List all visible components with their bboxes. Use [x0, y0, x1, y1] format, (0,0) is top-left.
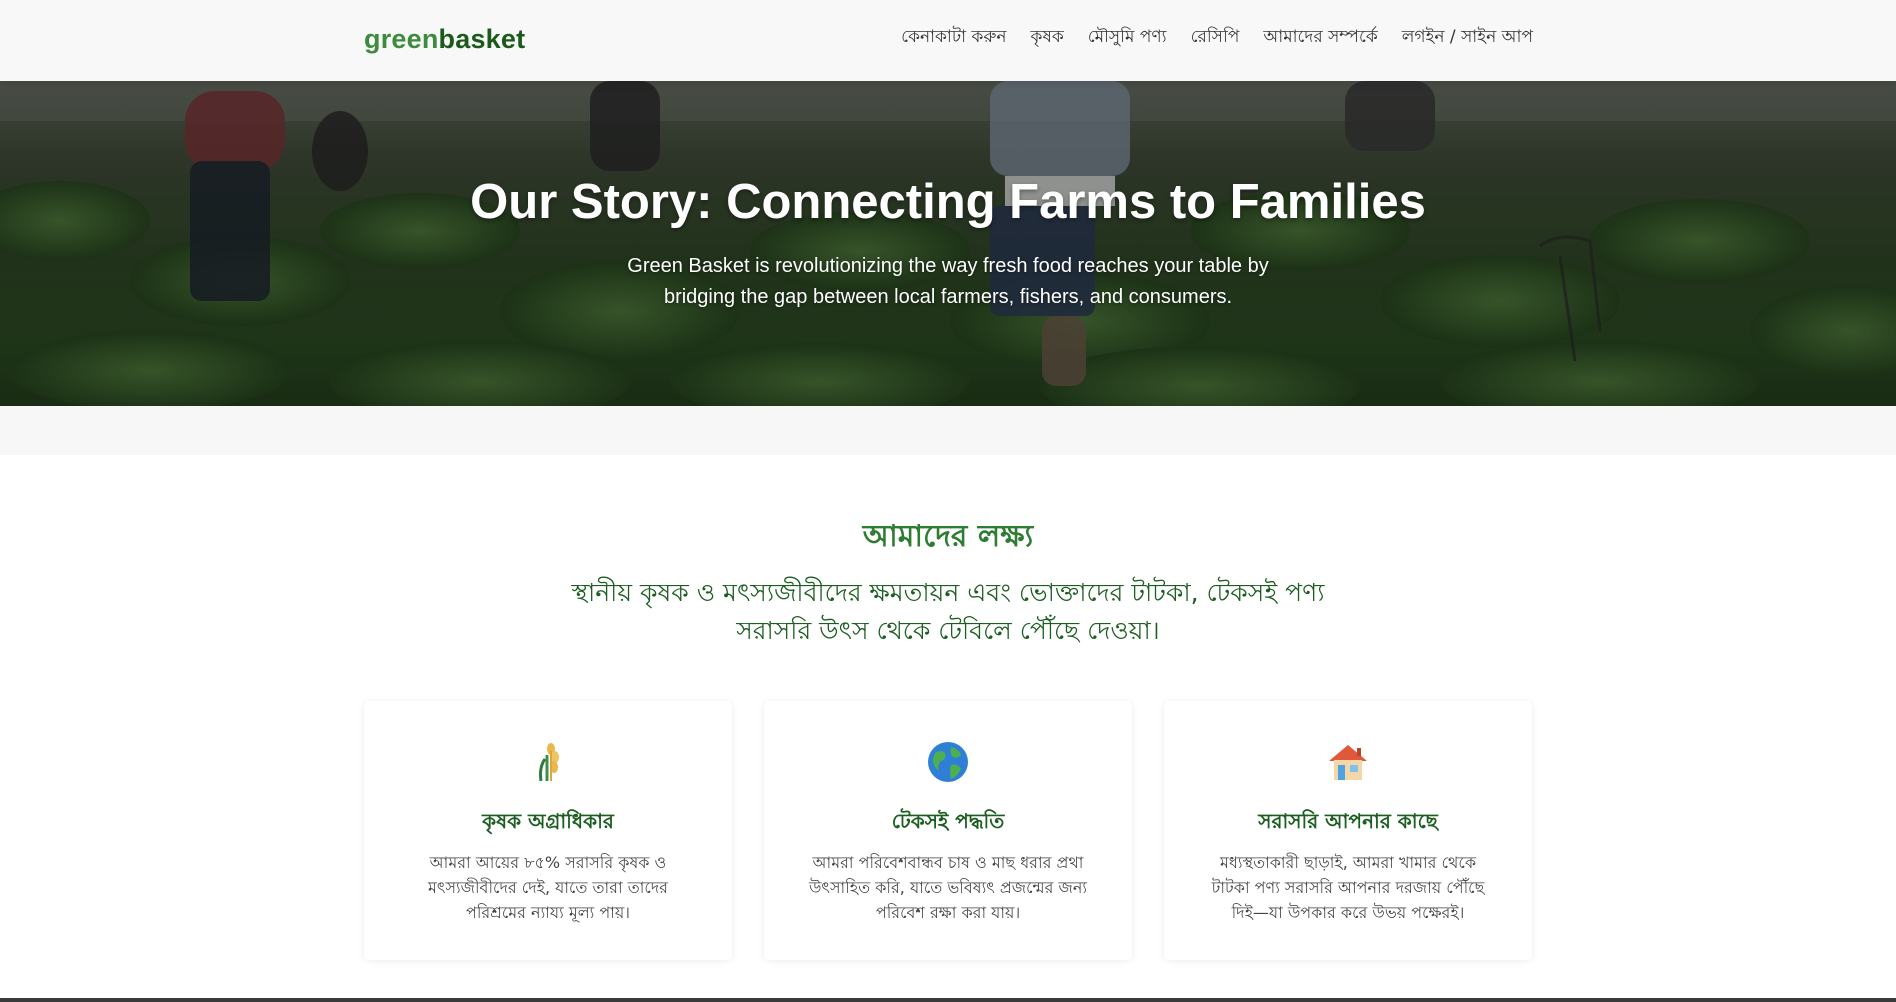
feature-card-direct-to-you: সরাসরি আপনার কাছে মধ্যস্থতাকারী ছাড়াই, … [1164, 701, 1532, 960]
mission-statement: স্থানীয় কৃষক ও মৎস্যজীবীদের ক্ষমতায়ন এ… [571, 578, 1325, 645]
card-text: মধ্যস্থতাকারী ছাড়াই, আমরা খামার থেকে টা… [1211, 853, 1485, 922]
nav-farmers[interactable]: কৃষক [1031, 24, 1064, 52]
logo-part-basket: basket [438, 24, 526, 54]
mission-title: আমাদের লক্ষ্য [862, 519, 1034, 554]
card-title: কৃষক অগ্রাধিকার [482, 809, 614, 833]
card-title: টেকসই পদ্ধতি [891, 809, 1005, 833]
feature-card-sustainable-methods: টেকসই পদ্ধতি আমরা পরিবেশবান্ধব চাষ ও মাছ… [764, 701, 1132, 960]
nav-login-signup[interactable]: লগইন / সাইন আপ [1402, 24, 1533, 52]
logo-part-green: green [364, 24, 439, 54]
house-icon [1329, 745, 1367, 780]
window-bottom-edge [0, 998, 1896, 1002]
nav-seasonal-products[interactable]: মৌসুমি পণ্য [1088, 24, 1167, 52]
card-text: আমরা আয়ের ৮৫% সরাসরি কৃষক ও মৎস্যজীবীদে… [428, 853, 668, 922]
feature-card-farmer-priority: কৃষক অগ্রাধিকার আমরা আয়ের ৮৫% সরাসরি কৃ… [364, 701, 732, 960]
nav-recipes[interactable]: রেসিপি [1191, 24, 1240, 52]
hero-subtitle: Green Basket is revolutionizing the way … [627, 255, 1269, 308]
wheat-icon [539, 743, 559, 782]
hero-banner: Our Story: Connecting Farms to Families … [0, 81, 1896, 406]
nav-about-us[interactable]: আমাদের সম্পর্কে [1263, 24, 1377, 52]
section-divider [0, 406, 1896, 455]
card-title: সরাসরি আপনার কাছে [1258, 809, 1438, 833]
site-header: greenbasket কেনাকাটা করুন কৃষক মৌসুমি পণ… [0, 0, 1896, 81]
site-logo[interactable]: greenbasket [364, 24, 525, 55]
card-text: আমরা পরিবেশবান্ধব চাষ ও মাছ ধরার প্রথা উ… [808, 853, 1088, 922]
globe-icon [928, 742, 968, 782]
main-nav: কেনাকাটা করুন কৃষক মৌসুমি পণ্য রেসিপি আম… [901, 24, 1533, 52]
hero-overlay [0, 81, 1896, 406]
nav-shop[interactable]: কেনাকাটা করুন [901, 24, 1006, 52]
hero-title: Our Story: Connecting Farms to Families [470, 175, 1426, 229]
